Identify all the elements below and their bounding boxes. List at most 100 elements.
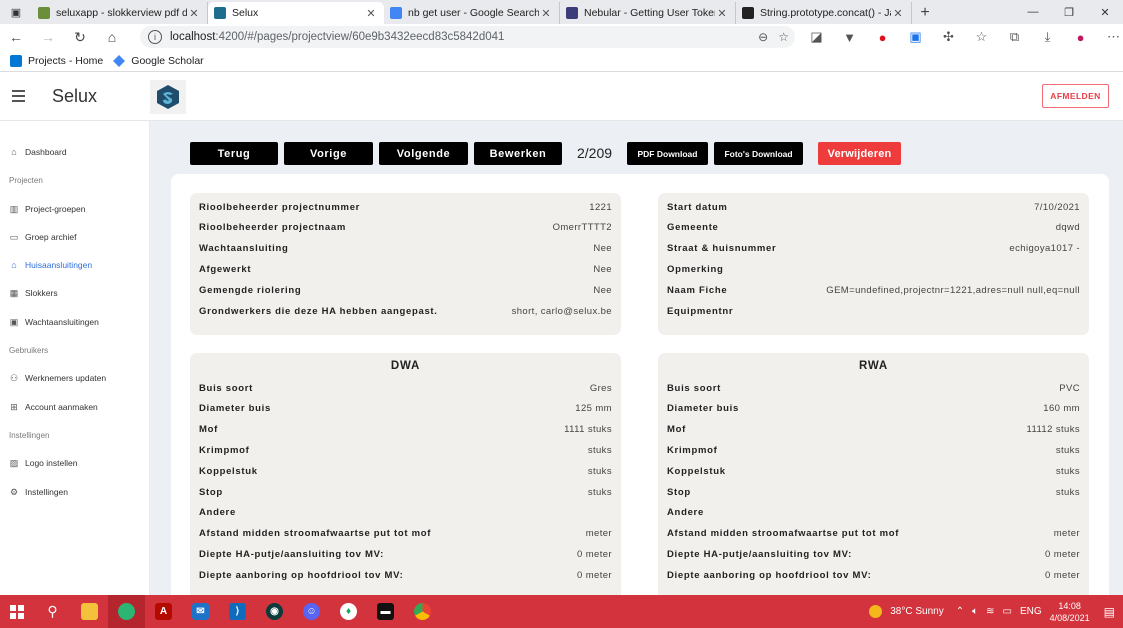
- extension-k-icon[interactable]: ◪: [800, 29, 833, 45]
- downloads-icon[interactable]: ⤓: [1031, 29, 1064, 45]
- sidebar-item-werknemers-updaten[interactable]: ⚇ Werknemers updaten: [9, 373, 107, 384]
- minimize-icon[interactable]: —: [1015, 0, 1051, 24]
- detail-row: Diameter buis 160 mm: [667, 402, 1080, 416]
- sidebar-item-account-aanmaken[interactable]: ⊞ Account aanmaken: [9, 402, 98, 413]
- start-windows-icon[interactable]: [0, 595, 34, 628]
- pdf-download-button[interactable]: PDF Download: [627, 142, 708, 165]
- detail-row: Diepte aanboring op hoofdriool tov MV: 0 …: [199, 568, 612, 582]
- layout-icon: ▣: [9, 316, 19, 327]
- detail-row: Gemeente dqwd: [667, 221, 1080, 235]
- bookmark-google-scholar[interactable]: Google Scholar: [113, 55, 204, 67]
- discord-icon[interactable]: ☺: [293, 595, 330, 628]
- collections-icon[interactable]: ⧉: [998, 29, 1031, 45]
- terminal-icon[interactable]: ▬: [367, 595, 404, 628]
- favorites-icon[interactable]: ☆: [965, 29, 998, 45]
- detail-row: Naam Fiche GEM=undefined,projectnr=1221,a…: [667, 283, 1080, 297]
- sidebar-item-project-groepen[interactable]: ▥ Project-groepen: [9, 203, 86, 215]
- sidebar-item-dashboard[interactable]: ⌂ Dashboard: [9, 147, 66, 157]
- browser-tab[interactable]: String.prototype.concat() - JavaS✕: [736, 2, 912, 24]
- sidebar-item-slokkers[interactable]: ▦ Slokkers: [9, 287, 58, 299]
- browser-tab[interactable]: Nebular - Getting User Token ✕: [560, 2, 736, 24]
- tab-close-icon[interactable]: ✕: [715, 7, 729, 20]
- sidebar-item-logo-instellen[interactable]: ▨ Logo instellen: [9, 458, 78, 469]
- sidebar-item-label: Slokkers: [25, 288, 58, 298]
- detail-row: Opmerking: [667, 262, 1080, 276]
- weather-text[interactable]: 38°C Sunny: [890, 606, 943, 617]
- detail-label: Gemeente: [667, 222, 719, 234]
- previous-button[interactable]: Vorige: [284, 142, 373, 165]
- chrome-icon[interactable]: [404, 595, 441, 628]
- detail-label: Equipmentnr: [667, 305, 734, 317]
- wifi-icon[interactable]: ≋: [986, 606, 994, 617]
- volume-icon[interactable]: 🔈︎: [972, 606, 978, 617]
- edit-button[interactable]: Bewerken: [474, 142, 562, 165]
- detail-value: stuks: [587, 486, 612, 498]
- acrobat-icon[interactable]: A: [145, 595, 182, 628]
- project-detail-card: Rioolbeheerder projectnummer 1221 Rioolbeh…: [171, 174, 1109, 595]
- search-icon[interactable]: ⚲: [34, 595, 71, 628]
- reload-icon[interactable]: ↻: [64, 29, 96, 46]
- star-add-icon[interactable]: ☆: [778, 30, 789, 44]
- tab-close-icon[interactable]: ✕: [539, 7, 553, 20]
- address-toolbar: ← → ↻ ⌂ i localhost:4200/#/pages/project…: [0, 24, 1123, 50]
- weather-sun-icon[interactable]: [869, 605, 883, 618]
- sidebar-item-groep-archief[interactable]: ▭ Groep archief: [9, 232, 77, 243]
- tab-favicon-icon: [38, 7, 50, 19]
- clock[interactable]: 14:08 4/08/2021: [1050, 600, 1090, 624]
- extension-v-icon[interactable]: ▼: [833, 30, 866, 45]
- sidebar-item-instellingen[interactable]: ⚙ Instellingen: [9, 487, 68, 498]
- new-tab-button[interactable]: +: [912, 2, 938, 24]
- more-menu-icon[interactable]: ⋯: [1097, 29, 1123, 45]
- hamburger-menu-icon[interactable]: [12, 90, 25, 102]
- home-icon[interactable]: ⌂: [96, 29, 128, 45]
- sidebar-item-wachtaansluitingen[interactable]: ▣ Wachtaansluitingen: [9, 316, 99, 328]
- home-icon: ⌂: [11, 147, 17, 157]
- sidebar-item-huisaansluitingen[interactable]: ⌂ Huisaansluitingen: [9, 260, 92, 270]
- forward-arrow-icon[interactable]: →: [32, 29, 64, 45]
- columns-icon: ▥: [9, 203, 19, 214]
- browser-tab[interactable]: nb get user - Google Search ✕: [384, 2, 560, 24]
- extensions-puzzle-icon[interactable]: ✣: [932, 29, 965, 45]
- tab-title: Nebular - Getting User Token: [584, 7, 715, 19]
- tab-title: String.prototype.concat() - JavaS: [760, 7, 891, 19]
- photos-download-button[interactable]: Foto's Download: [714, 142, 803, 165]
- window-menu-icon[interactable]: ▣: [0, 0, 32, 24]
- logout-button[interactable]: AFMELDEN: [1042, 84, 1109, 108]
- detail-row: Straat & huisnummer echigoya1017 -: [667, 242, 1080, 256]
- delete-button[interactable]: Verwijderen: [818, 142, 901, 165]
- notifications-icon[interactable]: ▤: [1104, 605, 1115, 619]
- mongodb-compass-icon[interactable]: ♦: [330, 595, 367, 628]
- vscode-icon[interactable]: ⟩: [219, 595, 256, 628]
- battery-icon[interactable]: ▭: [1002, 606, 1011, 617]
- tab-close-icon[interactable]: ✕: [364, 7, 378, 20]
- gitkraken-icon[interactable]: ◉: [256, 595, 293, 628]
- tray-chevron-icon[interactable]: ⌃: [956, 606, 964, 617]
- browser-tab[interactable]: Selux ✕: [208, 2, 384, 24]
- tab-close-icon[interactable]: ✕: [891, 7, 905, 20]
- back-arrow-icon[interactable]: ←: [0, 29, 32, 45]
- extension-cast-icon[interactable]: ▣: [899, 29, 932, 45]
- profile-avatar-icon[interactable]: ●: [1064, 30, 1097, 45]
- detail-label: Naam Fiche: [667, 284, 728, 296]
- extension-opera-icon[interactable]: ●: [866, 30, 899, 45]
- sidebar-item-label: Groep archief: [25, 232, 77, 242]
- restore-icon[interactable]: ❐: [1051, 0, 1087, 24]
- close-window-icon[interactable]: ✕: [1087, 0, 1123, 24]
- detail-row: Diameter buis 125 mm: [199, 402, 612, 416]
- detail-value: 1221: [589, 201, 612, 213]
- url-bar[interactable]: i localhost:4200/#/pages/projectview/60e…: [140, 26, 795, 48]
- language-indicator[interactable]: ENG: [1020, 606, 1042, 617]
- mail-icon[interactable]: ✉: [182, 595, 219, 628]
- site-info-icon[interactable]: i: [148, 30, 162, 44]
- edge-browser-icon[interactable]: [108, 595, 145, 628]
- next-button[interactable]: Volgende: [379, 142, 468, 165]
- zoom-icon[interactable]: ⊖: [758, 30, 768, 44]
- grid-icon: ▦: [9, 287, 19, 298]
- sidebar-item-label: Wachtaansluitingen: [25, 317, 99, 327]
- sidebar-item-label: Werknemers updaten: [25, 373, 107, 383]
- file-explorer-icon[interactable]: [71, 595, 108, 628]
- browser-tab[interactable]: seluxapp - slokkerview pdf down✕: [32, 2, 208, 24]
- bookmark-projects-home[interactable]: Projects - Home: [10, 54, 103, 67]
- tab-close-icon[interactable]: ✕: [187, 7, 201, 20]
- back-button[interactable]: Terug: [190, 142, 278, 165]
